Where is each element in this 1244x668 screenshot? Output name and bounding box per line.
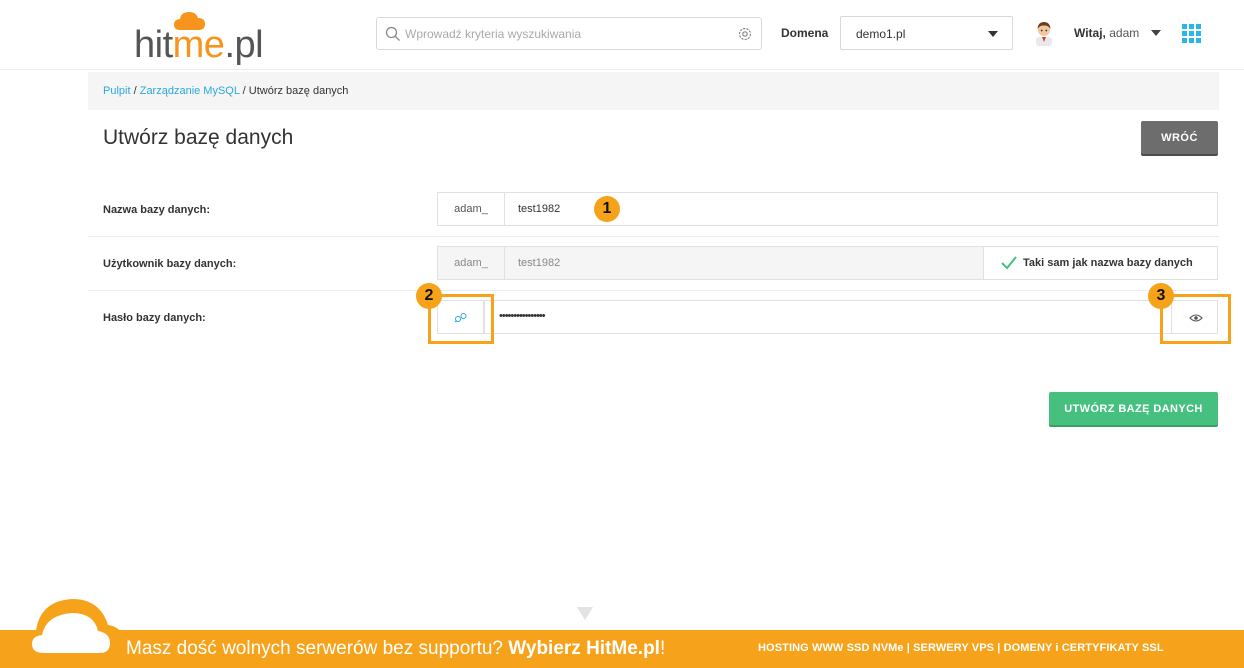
db-name-prefix: adam_ <box>437 192 505 226</box>
avatar[interactable] <box>1033 20 1055 46</box>
domain-select[interactable]: demo1.pl <box>840 16 1013 50</box>
breadcrumb-link-mysql[interactable]: Zarządzanie MySQL <box>140 85 240 97</box>
domain-select-value: demo1.pl <box>856 27 906 41</box>
same-as-db-name-checkbox[interactable]: Taki sam jak nazwa bazy danych <box>983 246 1218 280</box>
gear-icon[interactable] <box>737 26 753 42</box>
breadcrumb-current: Utwórz bazę danych <box>248 85 349 97</box>
annotation-badge-3: 3 <box>1148 283 1174 309</box>
cloud-icon <box>20 599 124 665</box>
logo-text: hitme.pl <box>134 24 264 66</box>
page-title: Utwórz bazę danych <box>103 126 294 149</box>
chevron-down-icon <box>988 31 998 37</box>
search-input[interactable] <box>405 24 725 44</box>
search-icon <box>385 26 400 41</box>
apps-grid-icon[interactable] <box>1182 24 1201 43</box>
hitme-logo[interactable]: hitme.pl <box>134 10 264 66</box>
back-button[interactable]: WRÓĆ <box>1141 121 1218 154</box>
same-as-db-name-label: Taki sam jak nazwa bazy danych <box>1023 257 1193 269</box>
annotation-badge-1: 1 <box>594 196 620 222</box>
db-user-input[interactable]: test1982 <box>504 246 984 280</box>
db-password-label: Hasło bazy danych: <box>103 312 206 324</box>
db-password-input[interactable]: •••••••••••••••• <box>484 300 1172 334</box>
create-database-button[interactable]: UTWÓRZ BAZĘ DANYCH <box>1049 392 1218 425</box>
db-name-label: Nazwa bazy danych: <box>103 204 210 216</box>
db-user-prefix: adam_ <box>437 246 505 280</box>
top-header: hitme.pl Domena demo1.pl Witaj, adam <box>0 0 1244 70</box>
breadcrumb: Pulpit / Zarządzanie MySQL / Utwórz bazę… <box>88 72 1219 110</box>
down-arrow-icon <box>577 607 593 620</box>
db-user-label: Użytkownik bazy danych: <box>103 258 237 270</box>
breadcrumb-link-pulpit[interactable]: Pulpit <box>103 85 131 97</box>
checkmark-icon <box>1001 256 1017 270</box>
search-box <box>376 17 762 50</box>
banner-slogan: Masz dość wolnych serwerów bez supportu?… <box>126 638 666 659</box>
row-divider <box>88 236 1219 237</box>
banner-services: HOSTING WWW SSD NVMe | SERWERY VPS | DOM… <box>758 642 1164 654</box>
user-menu-chevron-icon[interactable] <box>1151 30 1161 36</box>
row-divider <box>88 290 1219 291</box>
domain-label: Domena <box>781 26 829 40</box>
annotation-badge-2: 2 <box>416 283 442 309</box>
user-greeting[interactable]: Witaj, adam <box>1074 26 1139 40</box>
username: adam <box>1109 26 1140 40</box>
